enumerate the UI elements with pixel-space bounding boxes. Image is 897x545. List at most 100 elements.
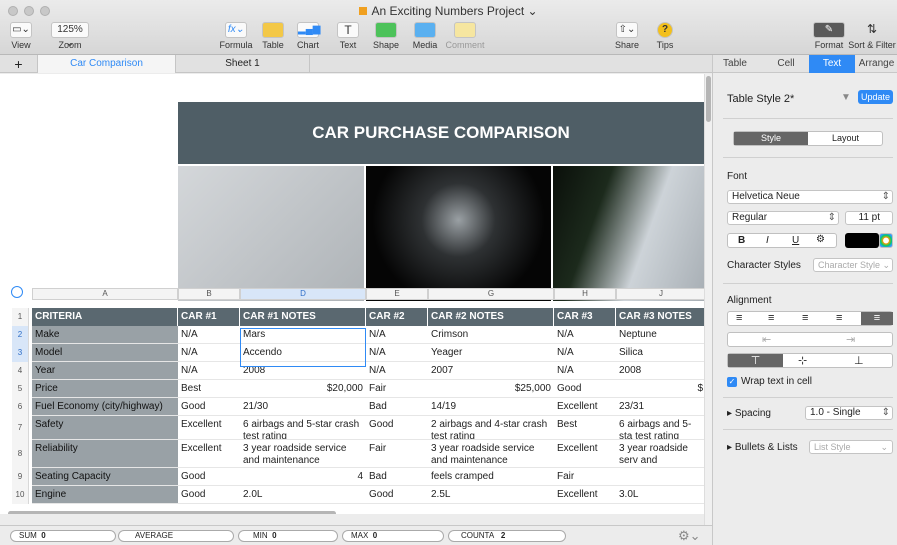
counta-pill[interactable]: COUNTA 2: [448, 530, 566, 542]
table-cell[interactable]: Year: [32, 362, 178, 380]
table-cell[interactable]: Fair: [366, 440, 428, 468]
comment-button[interactable]: Comment: [445, 22, 485, 50]
table-cell[interactable]: Excellent: [178, 440, 240, 468]
table-cell[interactable]: 6 airbags and 5-star crash test rating: [240, 416, 366, 440]
table-cell[interactable]: $20,000: [240, 380, 366, 398]
table-cell[interactable]: Good: [366, 486, 428, 504]
font-family-select[interactable]: Helvetica Neue ⇕: [727, 190, 893, 204]
align-center-icon[interactable]: ≡: [768, 312, 774, 324]
table-cell[interactable]: Reliability: [32, 440, 178, 468]
row-header[interactable]: 1: [12, 308, 29, 326]
table-cell[interactable]: 3 year roadside serv and maintenance: [616, 440, 704, 468]
sum-pill[interactable]: SUM 0: [10, 530, 116, 542]
view-button[interactable]: ▭⌄ View: [6, 22, 36, 50]
align-bottom-icon[interactable]: ⊥: [854, 354, 864, 367]
align-right-icon[interactable]: ≡: [802, 312, 808, 324]
table-cell[interactable]: Good: [554, 380, 616, 398]
sort-filter-button[interactable]: ⇅ Sort & Filter: [848, 22, 896, 50]
table-cell[interactable]: 3 year roadside service and maintenance: [428, 440, 554, 468]
align-middle-icon[interactable]: ⊹: [798, 354, 807, 367]
segment-style[interactable]: Style: [734, 132, 808, 145]
inspector-tab-table[interactable]: Table: [713, 55, 757, 73]
spacing-select[interactable]: 1.0 - Single ⇕: [805, 406, 893, 420]
max-pill[interactable]: MAX 0: [342, 530, 444, 542]
character-style-select[interactable]: Character Style ⌄: [813, 258, 893, 272]
tab-car-comparison[interactable]: Car Comparison: [38, 55, 176, 73]
table-cell[interactable]: Excellent: [554, 398, 616, 416]
table-cell[interactable]: 4: [240, 468, 366, 486]
table-cell[interactable]: N/A: [178, 362, 240, 380]
table-cell[interactable]: 2.5L: [428, 486, 554, 504]
table-cell[interactable]: 3.0L: [616, 486, 704, 504]
table-cell[interactable]: Bad: [366, 398, 428, 416]
font-weight-select[interactable]: Regular ⇕: [727, 211, 839, 225]
increase-indent-icon[interactable]: ⇥: [846, 333, 855, 346]
row-header[interactable]: 5: [12, 380, 29, 398]
table-cell[interactable]: Model: [32, 344, 178, 362]
row-header[interactable]: 10: [12, 486, 29, 504]
table-cell[interactable]: feels cramped: [428, 468, 554, 486]
table-cell[interactable]: Make: [32, 326, 178, 344]
sheet-canvas[interactable]: CAR PURCHASE COMPARISON A B D E G H J 1C…: [0, 74, 704, 514]
row-header[interactable]: 2: [12, 326, 29, 344]
decrease-indent-icon[interactable]: ⇤: [762, 333, 771, 346]
horizontal-scrollbar[interactable]: [8, 511, 336, 514]
table-cell[interactable]: 2 airbags and 4-star crash test rating: [428, 416, 554, 440]
table-cell[interactable]: N/A: [554, 362, 616, 380]
inspector-tab-arrange[interactable]: Arrange: [855, 55, 897, 73]
column-header-j[interactable]: J: [616, 288, 704, 300]
tab-sheet-1[interactable]: Sheet 1: [176, 55, 310, 73]
table-cell[interactable]: $25,000: [428, 380, 554, 398]
table-cell[interactable]: Price: [32, 380, 178, 398]
gear-icon[interactable]: ⚙: [816, 234, 825, 245]
gear-icon[interactable]: ⚙⌄: [678, 528, 701, 544]
font-size-field[interactable]: 11 pt: [845, 211, 893, 225]
row-header[interactable]: 6: [12, 398, 29, 416]
table-cell[interactable]: N/A: [178, 344, 240, 362]
table-cell[interactable]: N/A: [366, 326, 428, 344]
vertical-scrollbar[interactable]: [706, 76, 711, 122]
update-button[interactable]: Update: [858, 90, 893, 104]
table-button[interactable]: Table: [258, 22, 288, 50]
justify-icon[interactable]: ≡: [836, 312, 842, 324]
align-top-icon[interactable]: ⊤: [728, 354, 783, 367]
table-cell[interactable]: N/A: [366, 362, 428, 380]
align-left-icon[interactable]: ≡: [736, 312, 742, 324]
table-cell[interactable]: Good: [178, 398, 240, 416]
table-cell[interactable]: 6 airbags and 5-sta test rating: [616, 416, 704, 440]
header-cell-car1[interactable]: CAR #1: [178, 308, 240, 326]
table-cell[interactable]: Bad: [366, 468, 428, 486]
table-cell[interactable]: Silica: [616, 344, 704, 362]
table-cell[interactable]: N/A: [554, 326, 616, 344]
table-cell[interactable]: Best: [178, 380, 240, 398]
share-button[interactable]: ⇧⌄ Share: [612, 22, 642, 50]
row-header[interactable]: 8: [12, 440, 29, 468]
table-cell[interactable]: Good: [178, 486, 240, 504]
table-cell[interactable]: N/A: [178, 326, 240, 344]
paragraph-style-name[interactable]: Table Style 2*: [727, 93, 794, 105]
average-pill[interactable]: AVERAGE: [118, 530, 234, 542]
inspector-tab-cell[interactable]: Cell: [765, 55, 807, 73]
table-cell[interactable]: Excellent: [178, 416, 240, 440]
zoom-button[interactable]: 125% ⌄ Zoom: [50, 22, 90, 50]
row-header[interactable]: 4: [12, 362, 29, 380]
table-cell[interactable]: 2008: [616, 362, 704, 380]
inspector-tab-text[interactable]: Text: [809, 55, 855, 73]
table-cell[interactable]: Fuel Economy (city/highway): [32, 398, 178, 416]
segment-layout[interactable]: Layout: [808, 132, 883, 145]
text-button[interactable]: T Text: [333, 22, 363, 50]
table-cell[interactable]: Yeager: [428, 344, 554, 362]
table-cell[interactable]: Best: [554, 416, 616, 440]
table-cell[interactable]: Excellent: [554, 440, 616, 468]
tips-button[interactable]: ? Tips: [652, 22, 678, 50]
header-cell-car2-notes[interactable]: CAR #2 NOTES: [428, 308, 554, 326]
table-cell[interactable]: Neptune: [616, 326, 704, 344]
chart-button[interactable]: ▂▄▆ Chart: [293, 22, 323, 50]
chevron-down-icon[interactable]: ▼: [841, 92, 851, 103]
table-cell[interactable]: Excellent: [554, 486, 616, 504]
header-cell-criteria[interactable]: CRITERIA: [32, 308, 178, 326]
formula-button[interactable]: fx⌄ Formula: [216, 22, 256, 50]
table-cell[interactable]: Crimson: [428, 326, 554, 344]
table-cell[interactable]: 2.0L: [240, 486, 366, 504]
table-cell[interactable]: $: [616, 380, 704, 398]
